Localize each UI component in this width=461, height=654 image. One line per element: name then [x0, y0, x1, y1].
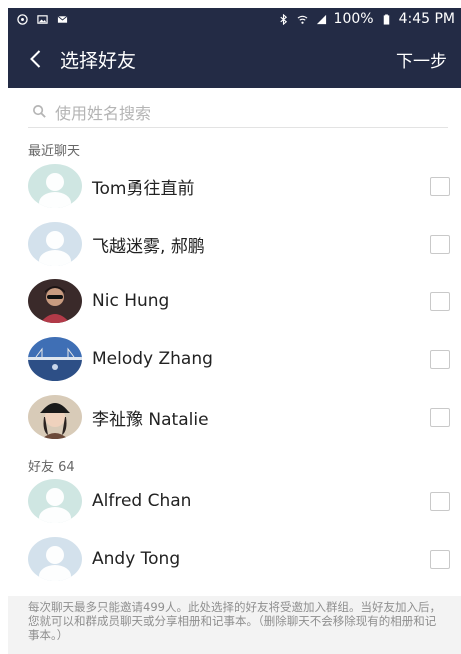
select-checkbox[interactable]: [430, 407, 450, 427]
search-placeholder: 使用姓名搜索: [55, 103, 152, 123]
sync-icon: [16, 13, 29, 25]
contact-row-feiyue[interactable]: 飞越迷雾, 郝鹏: [28, 220, 450, 268]
signal-icon: [315, 14, 328, 25]
nav-bar: 选择好友 下一步: [8, 30, 461, 88]
select-checkbox[interactable]: [430, 234, 450, 254]
contact-row-tom[interactable]: Tom勇往直前: [28, 162, 450, 210]
avatar-default: [28, 222, 82, 266]
contact-row-andy[interactable]: Andy Tong: [28, 535, 450, 583]
select-checkbox[interactable]: [430, 291, 450, 311]
select-checkbox[interactable]: [430, 549, 450, 569]
invite-limit-notice: 每次聊天最多只能邀请499人。此处选择的好友将受邀加入群组。当好友加入后，您就可…: [8, 596, 461, 654]
search-icon: [33, 105, 46, 118]
contact-row-nic[interactable]: Nic Hung: [28, 277, 450, 325]
contact-name: 李祉豫 Natalie: [92, 409, 209, 430]
search-input[interactable]: 使用姓名搜索: [28, 96, 448, 128]
contact-name: Tom勇往直前: [92, 178, 195, 199]
wifi-icon: [296, 14, 309, 25]
contact-row-alfred[interactable]: Alfred Chan: [28, 477, 450, 525]
avatar-default: [28, 537, 82, 581]
select-checkbox[interactable]: [430, 349, 450, 369]
contact-name: Andy Tong: [92, 549, 181, 569]
battery-percent: 100%: [333, 11, 374, 27]
page-title: 选择好友: [60, 49, 137, 72]
clock: 4:45 PM: [398, 11, 455, 27]
avatar-default: [28, 479, 82, 523]
status-bar: 100% 4:45 PM: [8, 8, 461, 30]
bluetooth-icon: [277, 13, 290, 25]
section-recent-label: 最近聊天: [28, 144, 81, 159]
contact-row-natalie[interactable]: 李祉豫 Natalie: [28, 393, 450, 441]
contact-row-melody[interactable]: Melody Zhang: [28, 335, 450, 383]
contact-name: Alfred Chan: [92, 491, 192, 511]
contact-name: Melody Zhang: [92, 349, 213, 369]
next-button[interactable]: 下一步: [396, 47, 447, 72]
select-checkbox[interactable]: [430, 176, 450, 196]
chevron-left-icon: [29, 50, 40, 68]
contact-name: Nic Hung: [92, 291, 170, 311]
avatar-default: [28, 164, 82, 208]
mail-icon: [56, 14, 69, 25]
section-friends-label: 好友 64: [28, 460, 75, 475]
avatar-photo: [28, 337, 82, 381]
back-button[interactable]: [16, 30, 54, 88]
select-checkbox[interactable]: [430, 491, 450, 511]
avatar-photo: [28, 395, 82, 439]
image-icon: [36, 14, 49, 25]
contact-name: 飞越迷雾, 郝鹏: [92, 236, 205, 257]
avatar-photo: [28, 279, 82, 323]
battery-icon: [380, 13, 393, 25]
